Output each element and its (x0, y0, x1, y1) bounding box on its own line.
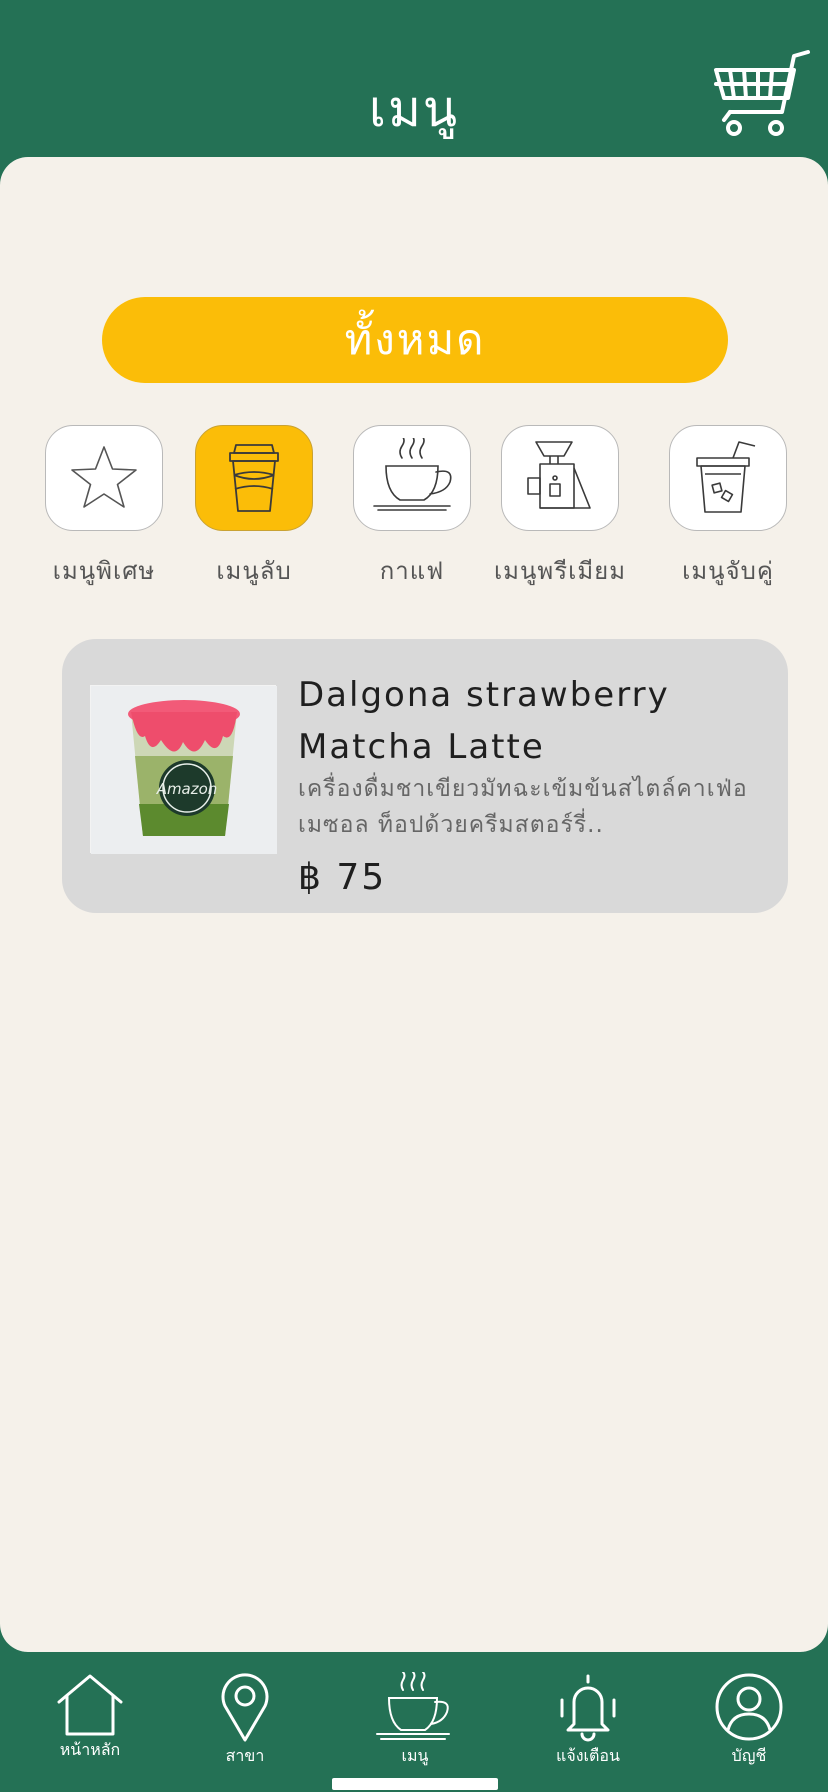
category-label: กาแฟ (379, 557, 445, 585)
brand-logo-text: Amazon (156, 780, 218, 798)
menu-item-image: Amazon (90, 685, 277, 854)
tab-notifications[interactable]: แจ้งเตือน (528, 1672, 648, 1769)
category-special[interactable]: เมนูพิเศษ (24, 425, 184, 590)
category-secret-box (195, 425, 313, 531)
iced-drink-icon (696, 441, 756, 513)
tab-label: บัญชี (731, 1746, 767, 1765)
bell-icon (560, 1674, 616, 1742)
category-secret[interactable]: เมนูลับ (174, 425, 334, 590)
cart-button[interactable] (712, 46, 812, 142)
menu-item-card[interactable]: Amazon Dalgona strawberry Matcha Latte เ… (62, 639, 788, 913)
takeaway-cup-icon (229, 444, 279, 512)
cart-icon (714, 50, 810, 136)
filter-all-button[interactable]: ทั้งหมด (102, 297, 728, 383)
bottom-tab-bar: หน้าหลัก สาขา เมนู แจ้งเตือน บัญชี (0, 1652, 828, 1792)
category-label: เมนูลับ (216, 557, 292, 585)
tab-home[interactable]: หน้าหลัก (30, 1672, 150, 1763)
page-title: เมนู (368, 80, 460, 138)
menu-item-name: Dalgona strawberry Matcha Latte (298, 675, 670, 767)
category-coffee-box (353, 425, 471, 531)
tab-label: แจ้งเตือน (556, 1746, 620, 1765)
category-premium[interactable]: เมนูพรีเมียม (480, 425, 640, 590)
tab-account[interactable]: บัญชี (689, 1672, 809, 1769)
category-coffee[interactable]: กาแฟ (332, 425, 492, 590)
coffee-cup-icon (376, 1672, 450, 1740)
home-icon (57, 1674, 123, 1736)
tab-label: หน้าหลัก (59, 1740, 121, 1759)
location-pin-icon (221, 1673, 269, 1742)
home-indicator (332, 1778, 498, 1790)
category-pairing[interactable]: เมนูจับคู่ (648, 425, 808, 590)
tab-branches[interactable]: สาขา (185, 1672, 305, 1769)
pour-over-icon (527, 441, 591, 509)
tab-label: สาขา (225, 1746, 265, 1765)
category-label: เมนูจับคู่ (682, 557, 774, 585)
tab-menu[interactable]: เมนู (355, 1672, 475, 1769)
menu-item-price: ฿ 75 (298, 857, 387, 898)
tab-label: เมนู (401, 1746, 429, 1765)
category-pairing-box (669, 425, 787, 531)
menu-item-description: เครื่องดื่มชาเขียวมัทฉะเข้มข้นสไตล์คาเฟ่… (298, 776, 748, 838)
category-premium-box (501, 425, 619, 531)
star-icon (71, 446, 137, 508)
category-label: เมนูพรีเมียม (493, 557, 627, 585)
menu-content: ทั้งหมด เมนูพิเศษ เมนูลับ กาแฟ เมนูพรีเม… (0, 157, 828, 1652)
category-special-box (45, 425, 163, 531)
user-icon (715, 1673, 783, 1741)
category-label: เมนูพิเศษ (52, 557, 156, 585)
coffee-cup-icon (373, 438, 452, 511)
